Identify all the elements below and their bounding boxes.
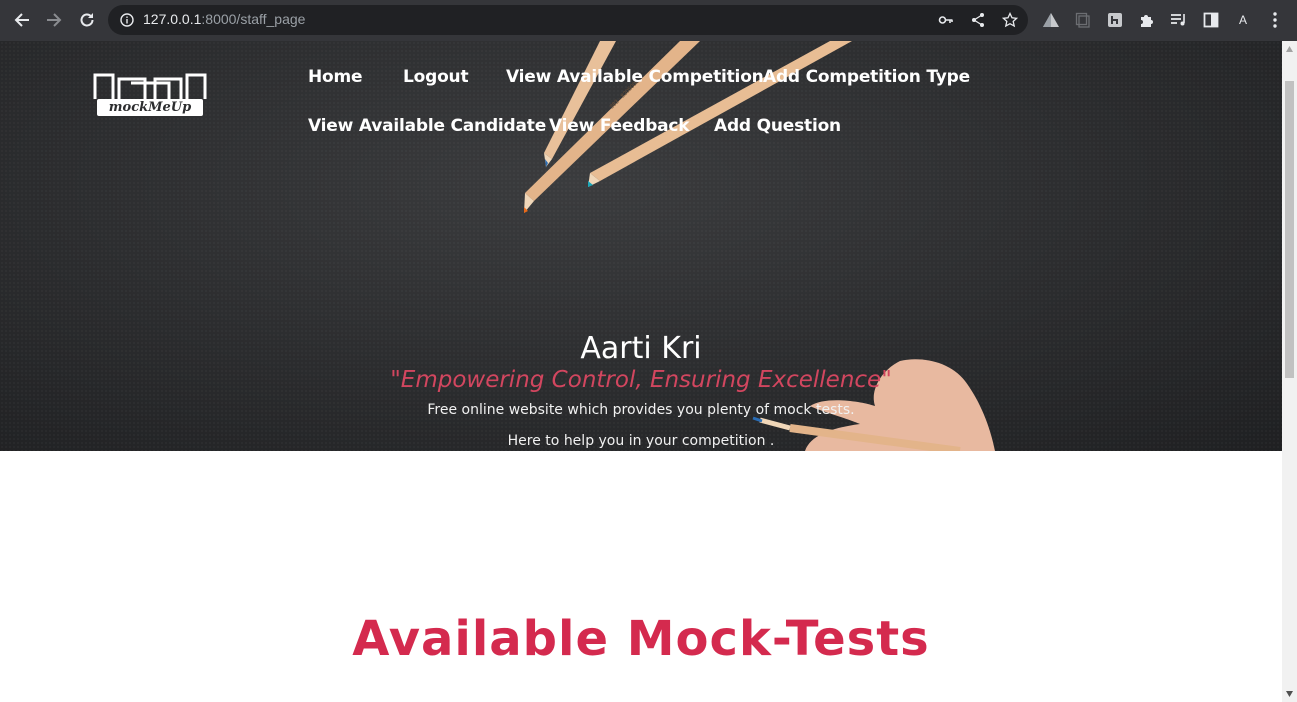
extension-triangle-icon[interactable] — [1040, 9, 1062, 31]
address-bar[interactable]: 127.0.0.1:8000/staff_page — [108, 5, 1028, 35]
user-name-heading: Aarti Kri — [580, 331, 702, 366]
nav-add-question[interactable]: Add Question — [714, 116, 841, 136]
nav-logout[interactable]: Logout — [403, 67, 469, 87]
share-icon[interactable] — [968, 10, 988, 30]
nav-add-competition-type[interactable]: Add Competition Type — [763, 67, 970, 87]
hero-banner: 383 · 8205000 mockMeUp Home Logout View … — [0, 41, 1282, 451]
site-logo[interactable]: mockMeUp — [91, 71, 209, 121]
url-host: 127.0.0.1 — [143, 11, 202, 27]
logo-text: mockMeUp — [97, 99, 203, 116]
hero-subdescription: Here to help you in your competition . — [507, 433, 775, 449]
scroll-up-arrow-icon[interactable] — [1285, 45, 1294, 53]
book-logo-icon — [93, 73, 207, 99]
profile-avatar[interactable]: A — [1232, 9, 1254, 31]
reload-icon[interactable] — [75, 8, 99, 32]
scroll-down-arrow-icon[interactable] — [1285, 690, 1294, 698]
side-panel-icon[interactable] — [1200, 9, 1222, 31]
nav-view-feedback[interactable]: View Feedback — [549, 116, 690, 136]
url-text: 127.0.0.1:8000/staff_page — [143, 11, 305, 27]
section-title: Available Mock-Tests — [352, 611, 930, 667]
menu-kebab-icon[interactable] — [1264, 9, 1286, 31]
page-viewport: 383 · 8205000 mockMeUp Home Logout View … — [0, 41, 1282, 702]
media-queue-icon[interactable] — [1168, 9, 1190, 31]
browser-toolbar: 127.0.0.1:8000/staff_page A — [0, 0, 1297, 41]
profile-initial: A — [1238, 13, 1247, 27]
forward-arrow-icon[interactable] — [42, 8, 66, 32]
scroll-thumb[interactable] — [1285, 81, 1294, 378]
extension-copy-icon[interactable] — [1072, 9, 1094, 31]
back-arrow-icon[interactable] — [10, 8, 34, 32]
info-icon[interactable] — [117, 10, 137, 30]
extension-h-icon[interactable] — [1104, 9, 1126, 31]
key-icon[interactable] — [936, 10, 956, 30]
nav-view-available-candidate[interactable]: View Available Candidate — [308, 116, 546, 136]
nav-view-available-competition[interactable]: View Available Competition — [506, 67, 764, 87]
page-scrollbar[interactable] — [1282, 41, 1297, 702]
hero-tagline: "Empowering Control, Ensuring Excellence… — [390, 367, 892, 393]
hero-description: Free online website which provides you p… — [427, 402, 855, 418]
puzzle-extensions-icon[interactable] — [1136, 9, 1158, 31]
bookmark-star-icon[interactable] — [1000, 10, 1020, 30]
url-path: :8000/staff_page — [201, 11, 306, 27]
nav-home[interactable]: Home — [308, 67, 363, 87]
